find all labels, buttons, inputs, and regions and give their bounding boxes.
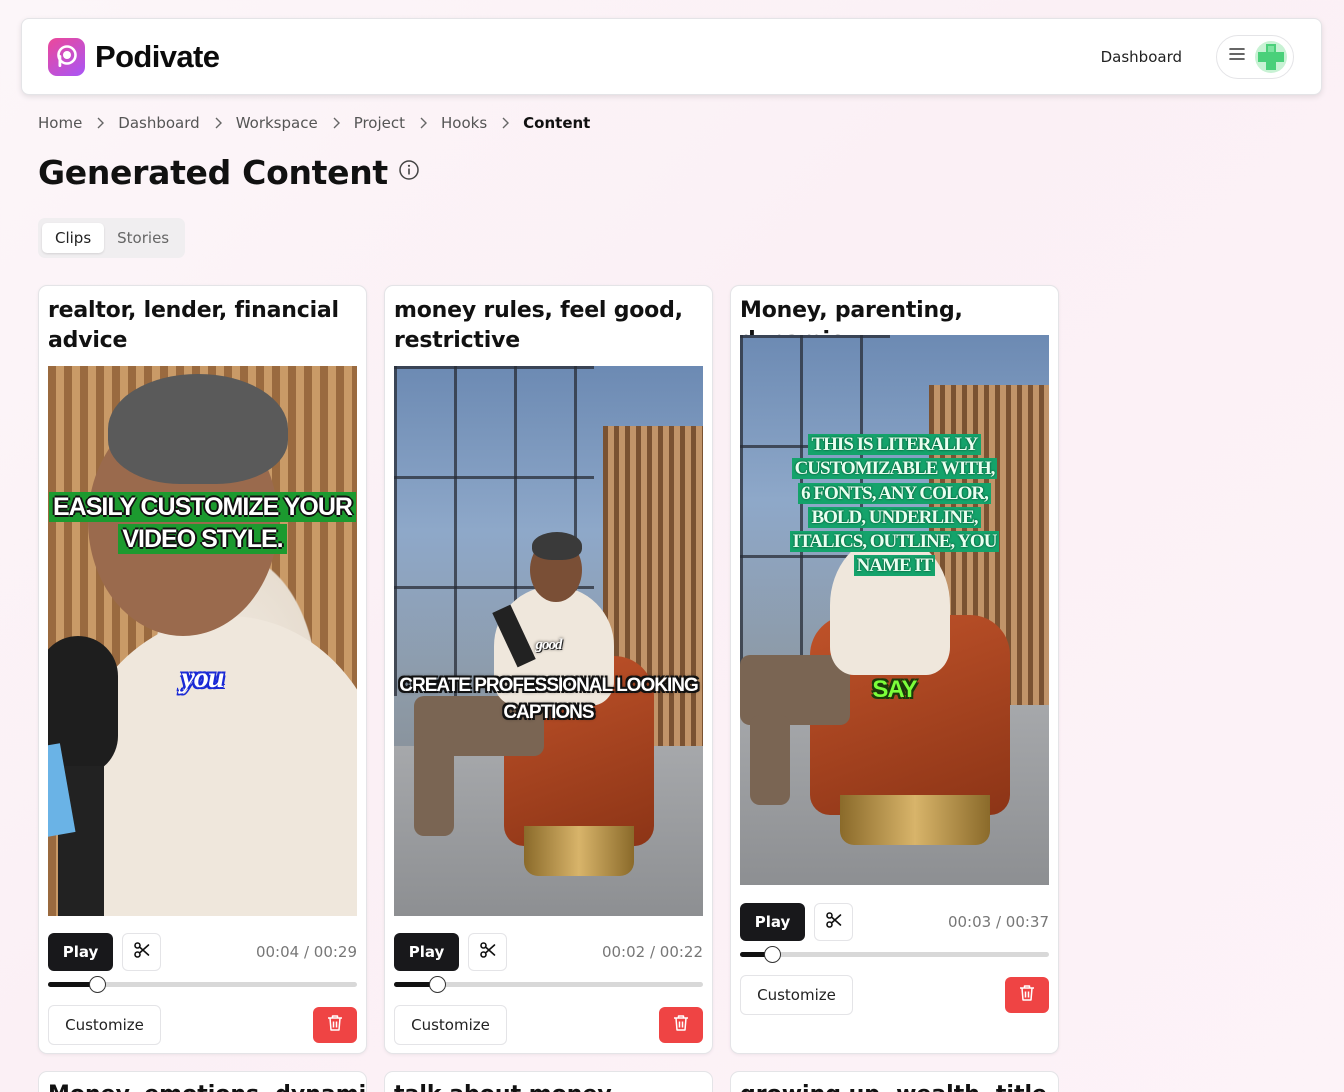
user-menu-button[interactable]: [1216, 34, 1294, 79]
delete-button[interactable]: [313, 1007, 357, 1043]
clip-card: talk about money: [384, 1071, 713, 1092]
clip-caption: CUSTOMIZABLE WITH,: [791, 458, 998, 480]
customize-button[interactable]: Customize: [394, 1005, 507, 1045]
clip-caption: THIS IS LITERALLY: [808, 434, 981, 455]
chevron-right-icon: [214, 117, 222, 129]
time-display: 00:03 / 00:37: [947, 913, 1049, 931]
progress-slider[interactable]: [394, 976, 703, 993]
chevron-right-icon: [96, 117, 105, 129]
clip-caption: BOLD, UNDERLINE,: [808, 506, 981, 528]
tab-stories[interactable]: Stories: [104, 223, 182, 253]
clip-caption: SAY: [872, 676, 917, 703]
podivate-logo-icon: [48, 37, 85, 76]
content-tabs: Clips Stories: [38, 218, 185, 258]
progress-slider[interactable]: [48, 976, 357, 993]
brand-name: Podivate: [95, 38, 220, 74]
chevron-right-icon: [332, 117, 340, 129]
info-icon[interactable]: [398, 159, 420, 186]
clip-caption: NAME IT: [853, 555, 936, 577]
menu-icon: [1229, 47, 1245, 66]
chevron-right-icon: [419, 117, 428, 129]
clip-card: realtor, lender, financial advice EASILY…: [38, 285, 367, 1054]
clip-card: money rules, feel good, restrictive good…: [384, 285, 713, 1054]
progress-thumb[interactable]: [429, 976, 447, 993]
clip-title: realtor, lender, financial advice: [48, 298, 339, 353]
play-button[interactable]: Play: [48, 933, 113, 971]
scissors-icon: [479, 941, 497, 964]
trash-icon: [1019, 984, 1035, 1007]
progress-slider[interactable]: [740, 946, 1049, 963]
page-title: Generated Content: [38, 153, 388, 192]
clip-card: Money, emotions, dynamic: [38, 1071, 367, 1092]
chevron-right-icon: [501, 117, 510, 129]
scissors-icon: [825, 911, 843, 934]
clip-caption: ITALICS, OUTLINE, YOU: [789, 531, 1000, 553]
clip-card: growing up, wealth, title: [730, 1071, 1059, 1092]
customize-button[interactable]: Customize: [740, 975, 853, 1015]
trash-icon: [327, 1014, 343, 1037]
trim-button[interactable]: [122, 933, 161, 971]
breadcrumb-content: Content: [523, 114, 591, 132]
play-button[interactable]: Play: [740, 903, 805, 941]
trim-button[interactable]: [814, 903, 853, 941]
clip-caption: EASILY CUSTOMIZE YOUR: [49, 492, 356, 522]
trim-button[interactable]: [468, 933, 507, 971]
top-navbar: Podivate Dashboard: [21, 18, 1322, 95]
clip-title: growing up, wealth, title: [740, 1082, 1047, 1092]
progress-thumb[interactable]: [764, 946, 782, 963]
play-button[interactable]: Play: [394, 933, 459, 971]
clip-video-preview[interactable]: good CREATE PROFESSIONAL LOOKING CAPTION…: [394, 366, 703, 916]
delete-button[interactable]: [659, 1007, 703, 1043]
breadcrumb-home[interactable]: Home: [38, 114, 82, 132]
clip-title: Money, emotions, dynamic: [48, 1082, 366, 1092]
breadcrumb: Home Dashboard Workspace Project Hooks C…: [38, 114, 590, 132]
clip-caption: 6 FONTS, ANY COLOR,: [798, 482, 991, 504]
breadcrumb-workspace[interactable]: Workspace: [236, 114, 318, 132]
clip-video-preview[interactable]: THIS IS LITERALLY CUSTOMIZABLE WITH, 6 F…: [740, 335, 1049, 885]
time-display: 00:02 / 00:22: [601, 943, 703, 961]
clip-title: money rules, feel good, restrictive: [394, 298, 683, 353]
time-display: 00:04 / 00:29: [255, 943, 357, 961]
clip-caption: good: [535, 637, 563, 653]
breadcrumb-dashboard[interactable]: Dashboard: [118, 114, 199, 132]
delete-button[interactable]: [1005, 977, 1049, 1013]
tab-clips[interactable]: Clips: [42, 223, 105, 253]
clip-caption: CAPTIONS: [503, 702, 594, 723]
brand[interactable]: Podivate: [48, 37, 220, 76]
clip-caption: you: [181, 661, 225, 694]
avatar-icon: [1255, 40, 1287, 73]
nav-dashboard-link[interactable]: Dashboard: [1101, 48, 1182, 66]
page-title-row: Generated Content: [38, 153, 420, 192]
clip-caption: CREATE PROFESSIONAL LOOKING: [399, 675, 699, 696]
clip-title: talk about money: [394, 1082, 612, 1092]
scissors-icon: [133, 941, 151, 964]
customize-button[interactable]: Customize: [48, 1005, 161, 1045]
breadcrumb-project[interactable]: Project: [354, 114, 405, 132]
clip-video-preview[interactable]: EASILY CUSTOMIZE YOUR VIDEO STYLE. you: [48, 366, 357, 916]
clip-caption: VIDEO STYLE.: [118, 524, 287, 554]
progress-thumb[interactable]: [89, 976, 107, 993]
breadcrumb-hooks[interactable]: Hooks: [441, 114, 487, 132]
clip-card: Money, parenting, dynamic THIS IS LITERA…: [730, 285, 1059, 1054]
trash-icon: [673, 1014, 689, 1037]
